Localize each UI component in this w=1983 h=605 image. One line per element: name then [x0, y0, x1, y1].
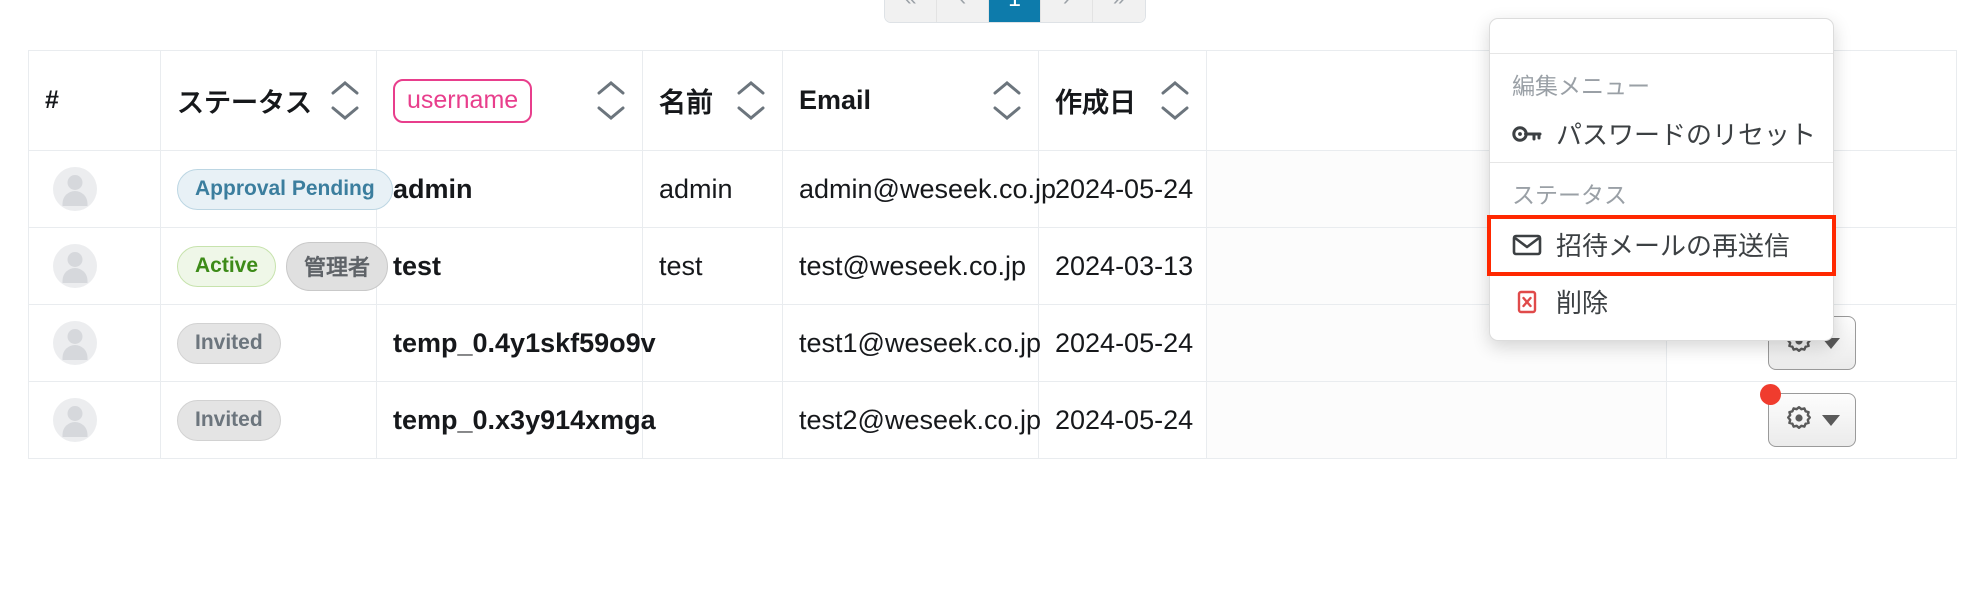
row-actions-button-wrap[interactable]: [1759, 384, 1856, 447]
cell-created: 2024-03-13: [1038, 227, 1207, 305]
cell-email-text: test@weseek.co.jp: [799, 250, 1027, 281]
cell-username-text: admin: [393, 173, 473, 204]
sort-username-icon[interactable]: [596, 80, 626, 121]
cell-avatar: [28, 227, 161, 305]
status-badge: Active: [177, 245, 277, 287]
cell-name: [642, 304, 783, 382]
user-actions-dropdown-menu[interactable]: 編集メニュー パスワードのリセット ステータス 招待メールの再送信 削除: [1487, 18, 1836, 341]
cell-name: test: [642, 227, 783, 305]
header-email-label: Email: [799, 85, 872, 115]
page-first[interactable]: «: [885, 0, 937, 22]
page-1[interactable]: 1: [989, 0, 1041, 22]
menu-item-resend-invite[interactable]: 招待メールの再送信: [1487, 215, 1836, 276]
page-last[interactable]: »: [1093, 0, 1145, 22]
cell-name: admin: [642, 150, 783, 228]
cell-email-text: test1@weseek.co.jp: [799, 327, 1042, 358]
key-icon: [1512, 123, 1542, 145]
page-next[interactable]: ›: [1041, 0, 1093, 22]
gear-icon: [1784, 403, 1814, 438]
status-badge: 管理者: [286, 241, 389, 291]
sort-email-icon[interactable]: [992, 80, 1022, 121]
cell-status: Invited: [160, 304, 377, 382]
avatar: [53, 398, 97, 442]
cell-actions: [1666, 381, 1957, 459]
cell-username: admin: [376, 150, 643, 228]
status-badge: Invited: [177, 399, 281, 441]
header-status[interactable]: ステータス: [160, 50, 377, 151]
cell-username-text: temp_0.x3y914xmga: [393, 404, 656, 435]
menu-item-delete-label: 削除: [1556, 288, 1609, 318]
dropdown-top-spacer: [1490, 19, 1833, 53]
cell-username: test: [376, 227, 643, 305]
header-index-label: #: [45, 86, 59, 114]
header-email[interactable]: Email: [782, 50, 1039, 151]
menu-item-password-reset-label: パスワードのリセット: [1556, 120, 1817, 150]
sort-created-icon[interactable]: [1160, 80, 1190, 121]
cell-created-text: 2024-03-13: [1055, 250, 1194, 281]
cell-name-text: test: [659, 250, 703, 281]
cell-email-text: admin@weseek.co.jp: [799, 173, 1057, 204]
cell-created: 2024-05-24: [1038, 304, 1207, 382]
cell-status: Invited: [160, 381, 377, 459]
cell-email: test@weseek.co.jp: [782, 227, 1039, 305]
sort-name-icon[interactable]: [736, 80, 766, 121]
cell-created-text: 2024-05-24: [1055, 327, 1194, 358]
header-name-label: 名前: [659, 88, 713, 118]
header-status-label: ステータス: [177, 88, 312, 118]
delete-icon: [1512, 289, 1542, 315]
header-index: #: [28, 50, 161, 151]
status-badge: Approval Pending: [177, 168, 393, 210]
row-actions-gear-button[interactable]: [1767, 393, 1856, 447]
chevron-down-icon: [1821, 414, 1840, 426]
cell-created: 2024-05-24: [1038, 381, 1207, 459]
cell-username: temp_0.x3y914xmga: [376, 381, 656, 459]
menu-item-password-reset[interactable]: パスワードのリセット: [1490, 107, 1833, 162]
pagination[interactable]: « ‹ 1 › »: [885, 0, 1145, 22]
cell-name: [642, 381, 783, 459]
cell-spacer: [1206, 381, 1667, 459]
cell-username: temp_0.4y1skf59o9v: [376, 304, 656, 382]
cell-created-text: 2024-05-24: [1055, 173, 1194, 204]
table-row: Invited temp_0.x3y914xmga test2@weseek.co.…: [28, 381, 1957, 459]
sort-status-icon[interactable]: [330, 80, 360, 121]
cell-avatar: [28, 150, 161, 228]
cell-avatar: [28, 381, 161, 459]
avatar: [53, 167, 97, 211]
cell-email: test1@weseek.co.jp: [782, 304, 1042, 382]
cell-avatar: [28, 304, 161, 382]
menu-item-resend-invite-label: 招待メールの再送信: [1556, 231, 1791, 261]
cell-email: admin@weseek.co.jp: [782, 150, 1056, 228]
status-badge: Invited: [177, 322, 281, 364]
menu-item-delete[interactable]: 削除: [1490, 275, 1833, 330]
cell-name-text: admin: [659, 173, 733, 204]
cell-username-text: test: [393, 250, 442, 281]
header-name[interactable]: 名前: [642, 50, 783, 151]
cell-created-text: 2024-05-24: [1055, 404, 1194, 435]
cell-status: Active 管理者: [160, 227, 389, 305]
header-username[interactable]: username: [376, 50, 643, 151]
cell-username-text: temp_0.4y1skf59o9v: [393, 327, 656, 358]
envelope-icon: [1512, 233, 1542, 257]
header-username-label: username: [393, 78, 533, 123]
cell-email-text: test2@weseek.co.jp: [799, 404, 1042, 435]
cell-created: 2024-05-24: [1038, 150, 1207, 228]
dropdown-section-status-label: ステータス: [1512, 182, 1627, 208]
cell-email: test2@weseek.co.jp: [782, 381, 1042, 459]
cell-status: Approval Pending: [160, 150, 393, 228]
page-prev[interactable]: ‹: [937, 0, 989, 22]
user-management-screen: « ‹ 1 › » # ステータス: [0, 0, 1983, 605]
avatar: [53, 244, 97, 288]
header-created[interactable]: 作成日: [1038, 50, 1207, 151]
dropdown-section-edit-label: 編集メニュー: [1512, 73, 1650, 99]
notification-dot-badge: [1759, 384, 1781, 405]
header-created-label: 作成日: [1055, 88, 1136, 118]
avatar: [53, 321, 97, 365]
